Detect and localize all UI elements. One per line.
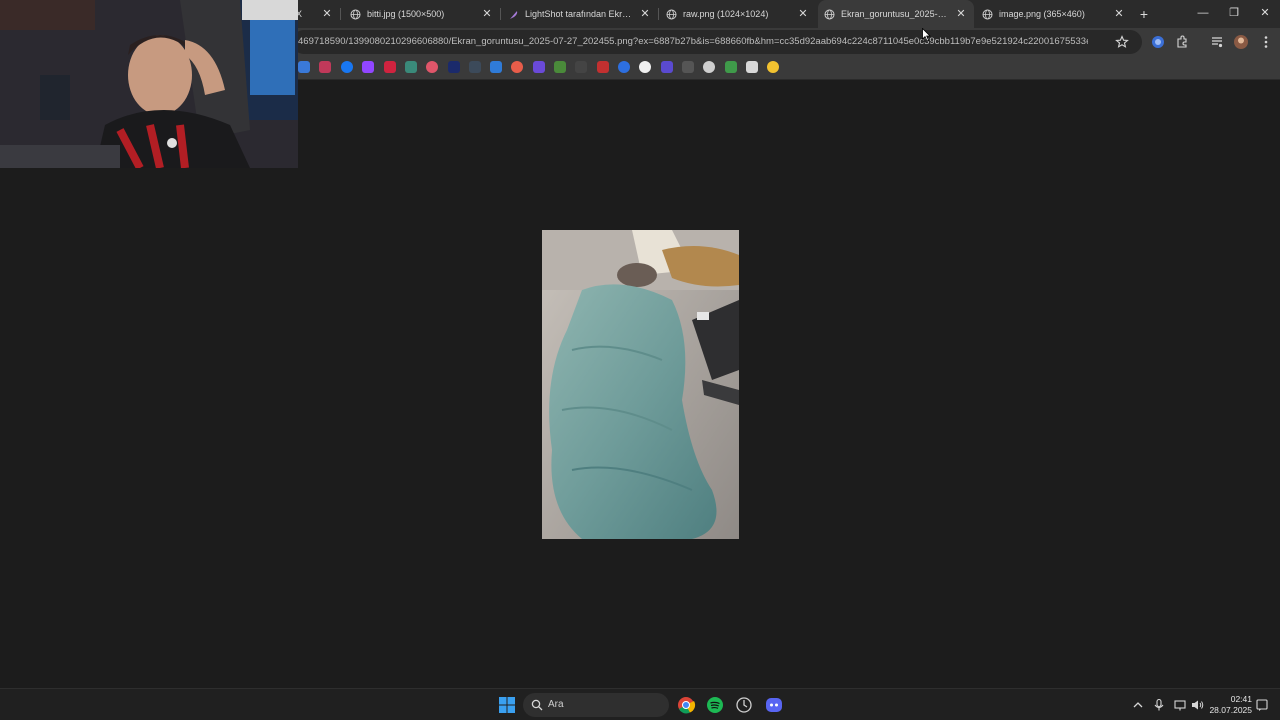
close-icon[interactable]: ✕	[638, 7, 652, 21]
clock-app-icon[interactable]	[734, 695, 754, 715]
discord-icon[interactable]	[764, 695, 784, 715]
bookmark-icon[interactable]	[511, 61, 523, 73]
network-icon[interactable]	[1173, 698, 1187, 712]
profile-avatar[interactable]	[1233, 34, 1249, 50]
system-clock[interactable]: 02:41 28.07.2025	[1204, 694, 1252, 716]
tab-separator	[658, 8, 659, 20]
volume-icon[interactable]	[1190, 698, 1204, 712]
globe-icon	[982, 9, 993, 20]
close-icon[interactable]: ✕	[1112, 7, 1126, 21]
chrome-icon[interactable]	[676, 695, 696, 715]
restore-button[interactable]: ❐	[1224, 4, 1244, 22]
tab-title: bitti.jpg (1500×500)	[367, 9, 445, 19]
mouse-cursor-icon	[922, 27, 931, 47]
chart-bookmark-icon[interactable]	[597, 61, 609, 73]
tab-title: LightShot tarafından Ekran Görüntüsü	[525, 9, 635, 19]
image-viewer	[0, 80, 1280, 688]
microphone-icon[interactable]	[1152, 698, 1166, 712]
bookmark-icon[interactable]	[618, 61, 630, 73]
media-controls-icon[interactable]	[1209, 34, 1225, 50]
bookmark-icon[interactable]	[533, 61, 545, 73]
screen: X ✕ bitti.jpg (1500×500) ✕ LightShot tar…	[0, 0, 1280, 720]
globe-icon	[824, 9, 835, 20]
search-icon	[531, 698, 543, 716]
feather-icon	[508, 9, 519, 20]
extension-shield-icon[interactable]	[1150, 34, 1166, 50]
bookmark-icon[interactable]	[575, 61, 587, 73]
tab-title: image.png (365×460)	[999, 9, 1085, 19]
bookmark-icon[interactable]	[448, 61, 460, 73]
tab-image[interactable]: image.png (365×460) ✕	[976, 0, 1132, 28]
clock-time: 02:41	[1230, 694, 1252, 704]
tab-x[interactable]: X ✕	[296, 0, 340, 28]
address-url[interactable]: 469718590/1399080210296606880/Ekran_goru…	[298, 36, 1088, 47]
tab-ekran-goruntusu[interactable]: Ekran_goruntusu_2025-07-27_202455.png ✕	[818, 0, 974, 28]
close-icon[interactable]: ✕	[480, 7, 494, 21]
windows-start-icon[interactable]	[497, 695, 517, 715]
bookmark-icon[interactable]	[554, 61, 566, 73]
bookmark-icon[interactable]	[703, 61, 715, 73]
bookmark-icon[interactable]	[469, 61, 481, 73]
globe-icon	[666, 9, 677, 20]
tab-separator	[500, 8, 501, 20]
bookmark-icon[interactable]	[298, 61, 310, 73]
notification-icon[interactable]	[1255, 698, 1269, 712]
new-tab-button[interactable]: +	[1136, 6, 1152, 22]
twitch-icon[interactable]	[362, 61, 374, 73]
bookmark-icon[interactable]	[319, 61, 331, 73]
bookmark-icon[interactable]	[725, 61, 737, 73]
viewed-image	[542, 230, 739, 539]
window-close-button[interactable]: ✕	[1255, 4, 1275, 22]
close-icon[interactable]: ✕	[320, 7, 334, 21]
tab-title: Ekran_goruntusu_2025-07-27_202455.png	[841, 9, 949, 19]
taskbar-search[interactable]: Ara	[523, 693, 669, 717]
spotify-icon[interactable]	[705, 695, 725, 715]
stack-bookmark-icon[interactable]	[746, 61, 758, 73]
tab-lightshot[interactable]: LightShot tarafından Ekran Görüntüsü ✕	[502, 0, 658, 28]
tab-raw[interactable]: raw.png (1024×1024) ✕	[660, 0, 816, 28]
taskbar: Ara 02:41 28.07.2025	[0, 688, 1280, 720]
bookmark-icon[interactable]	[384, 61, 396, 73]
menu-kebab-icon[interactable]	[1258, 34, 1274, 50]
address-bar[interactable]: 469718590/1399080210296606880/Ekran_goru…	[292, 30, 1142, 54]
facebook-icon[interactable]	[341, 61, 353, 73]
bookmark-icon[interactable]	[639, 61, 651, 73]
chevron-up-icon[interactable]	[1131, 698, 1145, 712]
minimize-button[interactable]: —	[1193, 4, 1213, 22]
webcam-overlay	[0, 0, 298, 168]
tab-separator	[340, 8, 341, 20]
close-icon[interactable]: ✕	[954, 7, 968, 21]
tab-title: raw.png (1024×1024)	[683, 9, 769, 19]
bookmark-icon[interactable]	[767, 61, 779, 73]
search-label: Ara	[548, 699, 564, 710]
bookmark-icon[interactable]	[490, 61, 502, 73]
bookmark-icon[interactable]	[661, 61, 673, 73]
bookmark-icon[interactable]	[682, 61, 694, 73]
extensions-puzzle-icon[interactable]	[1174, 34, 1190, 50]
globe-icon	[350, 9, 361, 20]
close-icon[interactable]: ✕	[796, 7, 810, 21]
bookmark-star-icon[interactable]	[1114, 34, 1130, 50]
bookmark-icon[interactable]	[426, 61, 438, 73]
bookmark-icon[interactable]	[405, 61, 417, 73]
clock-date: 28.07.2025	[1209, 705, 1252, 715]
tab-bitti[interactable]: bitti.jpg (1500×500) ✕	[344, 0, 500, 28]
